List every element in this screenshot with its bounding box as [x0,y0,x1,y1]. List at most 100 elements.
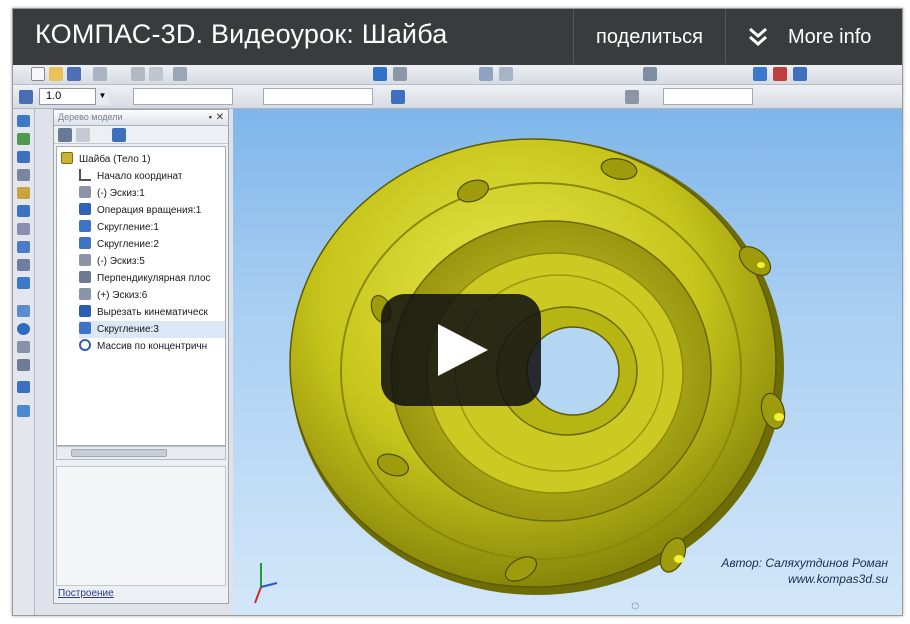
tree-item-label: Скругление:2 [97,239,159,250]
model-tree-title: Дерево модели [58,112,123,122]
sweep-cut-icon [79,305,91,317]
tree-item-fillet-1[interactable]: Скругление:1 [79,219,159,236]
assembly-icon[interactable] [393,67,407,81]
report-tool-icon[interactable] [17,305,30,317]
filter-tool-icon[interactable] [17,241,30,253]
model-tree-header: Дерево модели ▪ ✕ [54,110,228,126]
circle-tool-icon[interactable] [17,323,30,335]
scrollbar-thumb[interactable] [71,449,167,457]
tree-item-label: Операция вращения:1 [97,205,202,216]
share-button[interactable]: поделиться [573,9,725,65]
scale-dropdown-icon[interactable]: ▼ [95,88,109,105]
sheet-metal-icon[interactable] [17,277,30,289]
pin-icon[interactable]: ▪ [209,110,212,125]
surface-tool-icon[interactable] [17,187,30,199]
undo-icon[interactable] [173,67,187,81]
tree-item-label: Шайба (Тело 1) [79,154,151,165]
play-button[interactable] [381,294,541,406]
geometry-tool-icon[interactable] [17,115,30,127]
axis-triad-icon [254,563,278,604]
chevron-down-icon [749,27,767,46]
aux-geometry-icon[interactable] [17,169,30,181]
model-tree: Шайба (Тело 1) Начало координат (-) Эски… [56,146,226,446]
author-site: www.kompas3d.su [787,572,888,586]
fillet-icon [79,322,91,334]
model-tree-toolbar [54,126,228,144]
tree-item-sketch-5[interactable]: (-) Эскиз:5 [79,253,145,270]
tree-item-label: (+) Эскиз:6 [97,290,148,301]
model-viewport[interactable]: Автор: Саляхутдинов Роман www.kompas3d.s… [233,109,902,615]
tree-item-plane[interactable]: Перпендикулярная плос [79,270,211,287]
model-tree-panel: Дерево модели ▪ ✕ Шайба (Тело 1) Начало … [53,109,229,604]
tree-sort-icon[interactable] [58,128,72,142]
tree-item-origin[interactable]: Начало координат [79,168,182,185]
tree-item-fillet-2[interactable]: Скругление:2 [79,236,159,253]
tree-item-sweep-cut[interactable]: Вырезать кинематическ [79,304,208,321]
tree-item-label: Перпендикулярная плос [97,273,211,284]
measure-tool-icon[interactable] [17,223,30,235]
new-file-icon[interactable] [31,67,45,81]
save-icon[interactable] [67,67,81,81]
sketch-icon[interactable] [391,90,405,104]
scale-value: 1.0 [46,90,62,102]
tree-item-fillet-3[interactable]: Скругление:3 [79,321,225,338]
spec-tool-icon[interactable] [17,259,30,271]
loading-spinner-icon: ◌ [631,597,640,613]
tab-construction[interactable]: Построение [58,588,114,599]
macro-tool-icon[interactable] [17,381,30,393]
compact-toolbar [13,109,35,615]
properties-area [56,466,226,586]
sketch-icon [79,288,91,300]
tree-horizontal-scrollbar[interactable] [56,446,226,460]
snap-icon[interactable] [19,90,33,104]
style-field[interactable] [263,88,373,105]
layer-field[interactable] [133,88,233,105]
tree-item-root[interactable]: Шайба (Тело 1) [61,151,150,168]
video-title-bar: КОМПАС-3D. Видеоурок: Шайба поделиться M… [13,9,902,65]
line-tool-icon[interactable] [17,341,30,353]
tree-item-circular-array[interactable]: Массив по концентричн [79,338,207,355]
part-icon[interactable] [373,67,387,81]
print-icon[interactable] [93,67,107,81]
play-icon [438,324,488,376]
copy-icon[interactable] [149,67,163,81]
main-toolbar [13,63,902,85]
more-info-button[interactable]: More info [725,9,902,65]
sketch-icon [79,186,91,198]
edit-tool-icon[interactable] [17,133,30,145]
zoom-window-icon[interactable] [499,67,513,81]
video-title[interactable]: КОМПАС-3D. Видеоурок: Шайба [35,19,447,50]
fillet-icon [79,220,91,232]
secondary-toolbar: 1.0 ▼ [13,85,902,109]
wireframe-view-icon[interactable] [773,67,787,81]
orientation-icon[interactable] [625,90,639,104]
tree-item-label: Начало координат [97,171,183,182]
open-file-icon[interactable] [49,67,63,81]
value-field[interactable] [663,88,753,105]
origin-icon [79,169,91,181]
shaded-view-icon[interactable] [753,67,767,81]
tree-filter-icon[interactable] [76,128,90,142]
perspective-icon[interactable] [793,67,807,81]
tree-item-label: Вырезать кинематическ [97,307,208,318]
rotate-icon[interactable] [643,67,657,81]
tree-item-revolve[interactable]: Операция вращения:1 [79,202,201,219]
array-tool-icon[interactable] [17,151,30,163]
tree-structure-icon[interactable] [112,128,126,142]
washer-model [289,138,786,595]
author-name: Автор: Саляхутдинов Роман [721,556,888,570]
point-tool-icon[interactable] [17,359,30,371]
dimension-tool-icon[interactable] [17,205,30,217]
author-watermark: Автор: Саляхутдинов Роман www.kompas3d.s… [721,555,888,587]
tree-item-label: (-) Эскиз:5 [97,256,145,267]
plane-icon [79,271,91,283]
tree-item-label: Скругление:3 [97,324,159,335]
cut-icon[interactable] [131,67,145,81]
zoom-icon[interactable] [479,67,493,81]
close-icon[interactable]: ✕ [216,110,224,125]
tree-item-sketch-6[interactable]: (+) Эскиз:6 [79,287,147,304]
axis-tool-icon[interactable] [17,405,30,417]
tree-item-sketch-1[interactable]: (-) Эскиз:1 [79,185,145,202]
video-player[interactable]: 1.0 ▼ Дерево модели ▪ ✕ Шайба (Тело 1) Н… [12,8,903,616]
tree-item-label: (-) Эскиз:1 [97,188,145,199]
